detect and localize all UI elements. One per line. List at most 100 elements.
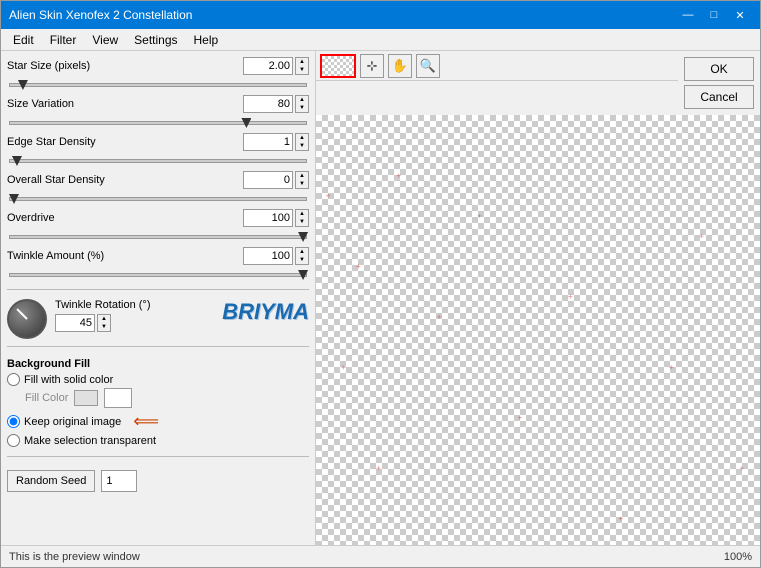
menu-help[interactable]: Help (186, 31, 227, 48)
close-button[interactable]: ✕ (728, 5, 752, 25)
random-seed-button[interactable]: Random Seed (7, 470, 95, 492)
hand-tool-button[interactable]: ✋ (388, 54, 412, 78)
divider-2 (7, 346, 309, 347)
edge-star-density-down[interactable]: ▼ (296, 142, 308, 150)
edge-star-density-label: Edge Star Density (7, 136, 243, 148)
minimize-icon: — (683, 9, 694, 21)
star-size-row: Star Size (pixels) ▲ ▼ (7, 57, 309, 75)
edge-star-density-input[interactable] (243, 133, 293, 151)
title-bar-controls: — □ ✕ (676, 5, 752, 25)
star-size-down[interactable]: ▼ (296, 66, 308, 74)
zoom-icon: 🔍 (420, 58, 436, 74)
edge-star-density-spinner: ▲ ▼ (295, 133, 309, 151)
star-size-spinner: ▲ ▼ (295, 57, 309, 75)
size-variation-up[interactable]: ▲ (296, 96, 308, 104)
twinkle-amount-up[interactable]: ▲ (296, 248, 308, 256)
size-variation-input[interactable] (243, 95, 293, 113)
radio-transparent[interactable] (7, 434, 20, 447)
zoom-tool-button[interactable]: 🔍 (416, 54, 440, 78)
divider-1 (7, 289, 309, 290)
size-variation-track (9, 121, 307, 125)
overall-star-density-label: Overall Star Density (7, 174, 243, 186)
preview-canvas (316, 115, 760, 545)
maximize-icon: □ (711, 9, 718, 21)
cancel-button[interactable]: Cancel (684, 85, 754, 109)
size-variation-down[interactable]: ▼ (296, 104, 308, 112)
status-bar: This is the preview window 100% (1, 545, 760, 567)
size-variation-slider-container (9, 118, 307, 128)
twinkle-amount-input-area: ▲ ▼ (243, 247, 309, 265)
twinkle-rotation-label: Twinkle Rotation (°) (55, 299, 204, 311)
twinkle-right: Twinkle Rotation (°) ▲ ▼ (55, 299, 204, 332)
overall-star-density-track (9, 197, 307, 201)
twinkle-amount-down[interactable]: ▼ (296, 256, 308, 264)
preview-toolbar: ⊹ ✋ 🔍 (316, 51, 678, 81)
overdrive-input[interactable] (243, 209, 293, 227)
menu-settings[interactable]: Settings (126, 31, 185, 48)
overall-star-density-input[interactable] (243, 171, 293, 189)
radio-transparent-label: Make selection transparent (24, 435, 156, 447)
size-variation-spinner: ▲ ▼ (295, 95, 309, 113)
overdrive-slider-container (9, 232, 307, 242)
title-bar-title: Alien Skin Xenofex 2 Constellation (9, 8, 192, 22)
cursor-tool-button[interactable]: ⊹ (360, 54, 384, 78)
hand-icon: ✋ (392, 58, 408, 74)
star-size-up[interactable]: ▲ (296, 58, 308, 66)
size-variation-input-area: ▲ ▼ (243, 95, 309, 113)
preview-thumbnail[interactable] (320, 54, 356, 78)
overdrive-up[interactable]: ▲ (296, 210, 308, 218)
app-title: Alien Skin Xenofex 2 Constellation (9, 8, 192, 22)
star-overlay (316, 115, 760, 545)
twinkle-rotation-input[interactable] (55, 314, 95, 332)
star-size-input[interactable] (243, 57, 293, 75)
twinkle-amount-spinner: ▲ ▼ (295, 247, 309, 265)
close-icon: ✕ (735, 9, 744, 22)
seed-input[interactable] (101, 470, 137, 492)
minimize-button[interactable]: — (676, 5, 700, 25)
preview-top: ⊹ ✋ 🔍 OK Cancel (316, 51, 760, 115)
overdrive-track (9, 235, 307, 239)
overall-star-density-up[interactable]: ▲ (296, 172, 308, 180)
star-size-slider-container (9, 80, 307, 90)
twinkle-rotation-down[interactable]: ▼ (98, 323, 110, 331)
ok-button[interactable]: OK (684, 57, 754, 81)
edge-star-density-up[interactable]: ▲ (296, 134, 308, 142)
main-area: Star Size (pixels) ▲ ▼ Size Variation (1, 51, 760, 545)
random-seed-row: Random Seed (7, 470, 309, 492)
twinkle-amount-track (9, 273, 307, 277)
twinkle-amount-slider-container (9, 270, 307, 280)
overdrive-input-area: ▲ ▼ (243, 209, 309, 227)
main-window: Alien Skin Xenofex 2 Constellation — □ ✕… (0, 0, 761, 568)
preview-toolbar-area: ⊹ ✋ 🔍 (316, 51, 678, 115)
radio-keep-original[interactable] (7, 415, 20, 428)
menu-filter[interactable]: Filter (42, 31, 85, 48)
fill-color-swatch-white[interactable] (104, 388, 132, 408)
overall-star-density-row: Overall Star Density ▲ ▼ (7, 171, 309, 189)
radio-fill-solid[interactable] (7, 373, 20, 386)
divider-3 (7, 456, 309, 457)
radio-fill-solid-label: Fill with solid color (24, 374, 113, 386)
menu-view[interactable]: View (84, 31, 126, 48)
twinkle-rotation-up[interactable]: ▲ (98, 315, 110, 323)
star-size-input-area: ▲ ▼ (243, 57, 309, 75)
edge-star-density-slider-container (9, 156, 307, 166)
fill-color-row: Fill Color (25, 388, 309, 408)
overdrive-row: Overdrive ▲ ▼ (7, 209, 309, 227)
radio-keep-original-row: Keep original image ⟸ (7, 411, 309, 432)
status-text: This is the preview window (9, 551, 140, 563)
cursor-icon: ⊹ (367, 58, 378, 74)
ok-cancel-area: OK Cancel (678, 51, 760, 115)
radio-transparent-row: Make selection transparent (7, 434, 309, 447)
fill-color-swatch-gray[interactable] (74, 390, 98, 406)
background-fill-section: Background Fill Fill with solid color Fi… (7, 358, 309, 449)
edge-star-density-input-area: ▲ ▼ (243, 133, 309, 151)
maximize-button[interactable]: □ (702, 5, 726, 25)
menu-edit[interactable]: Edit (5, 31, 42, 48)
overall-star-density-down[interactable]: ▼ (296, 180, 308, 188)
twinkle-amount-input[interactable] (243, 247, 293, 265)
twinkle-dial[interactable] (7, 299, 47, 339)
overdrive-down[interactable]: ▼ (296, 218, 308, 226)
overall-star-density-input-area: ▲ ▼ (243, 171, 309, 189)
title-bar: Alien Skin Xenofex 2 Constellation — □ ✕ (1, 1, 760, 29)
fill-color-label: Fill Color (25, 392, 68, 404)
